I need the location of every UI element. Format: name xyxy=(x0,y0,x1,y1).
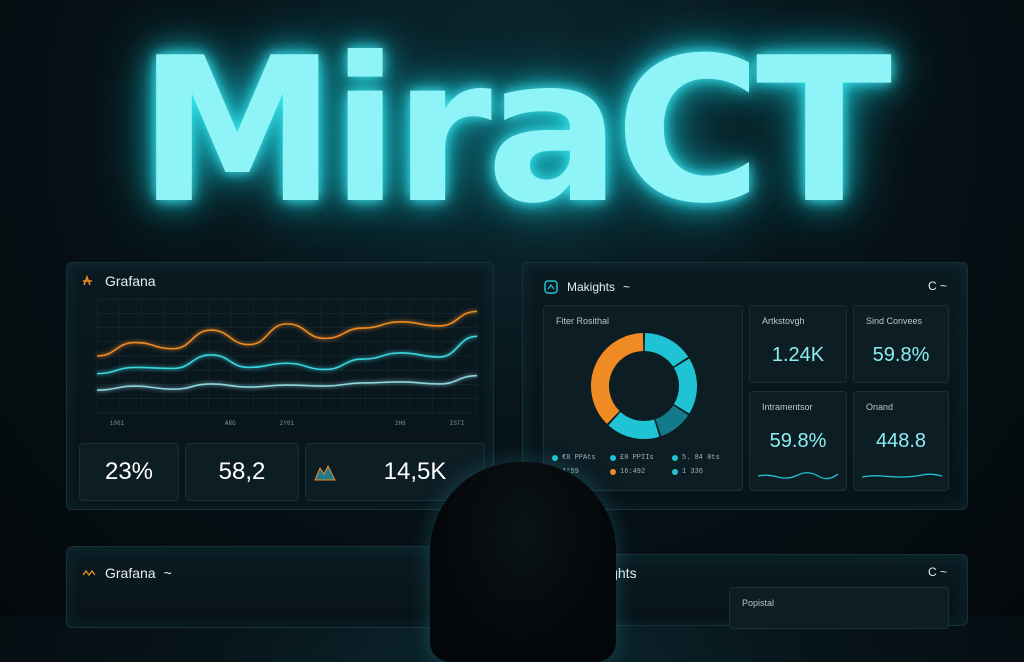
kpi-title: Sind Convees xyxy=(866,316,923,326)
legend-item: 16:492 xyxy=(610,468,645,476)
kpi-value: 59.8% xyxy=(769,430,827,452)
sparkline xyxy=(862,473,942,478)
donut-card: Fiter Rosithal €8 PPAts £0 PPIIs 5. 84 0ts… xyxy=(543,305,743,491)
grafana-logo-icon xyxy=(82,569,96,577)
grafana-header: Grafana xyxy=(81,273,156,289)
x-tick-label: ARG xyxy=(225,420,236,427)
x-tick-label: 2H6 xyxy=(395,420,406,427)
kpi-card: Artkstovgh 1.24K xyxy=(749,305,847,383)
refresh-label: C xyxy=(927,565,937,579)
kpi-value: 58,2 xyxy=(218,458,266,485)
donut-slice xyxy=(655,404,689,437)
grafana-title-suffix: ~ xyxy=(163,565,172,581)
kpi-card: 23% xyxy=(79,443,179,501)
kpi-value: 1.24K xyxy=(771,344,825,366)
kpi-title: Popistal xyxy=(742,598,775,608)
insights-logo-icon xyxy=(544,280,558,294)
kpi-title: Onand xyxy=(866,402,894,412)
series-line xyxy=(96,310,478,357)
kpi-card: Onand 448.8 xyxy=(853,391,949,491)
refresh-control[interactable]: C ~ xyxy=(928,279,947,293)
insights-panel: Makights ~ C ~ Fiter Rosithal €8 PPAts £0… xyxy=(522,262,968,510)
legend-label: 1 336 xyxy=(682,468,704,476)
refresh-label: C xyxy=(927,279,937,293)
grafana-panel: Grafana 1061 ARG 2Y01 2H6 ISTI 23% 58,2 14,5… xyxy=(66,262,494,510)
refresh-suffix: ~ xyxy=(939,565,947,579)
donut-card-title: Fiter Rosithal xyxy=(556,316,610,326)
legend-swatch xyxy=(610,455,616,461)
legend-swatch xyxy=(672,469,678,475)
x-tick-label: 2Y01 xyxy=(280,420,295,427)
insights-title: Makights xyxy=(567,280,616,294)
series-line xyxy=(96,374,478,391)
grafana-logo-icon xyxy=(83,274,92,286)
donut-slice xyxy=(644,333,689,368)
hero-title: MiraCT xyxy=(137,15,892,248)
kpi-title: Intramentsor xyxy=(762,402,813,412)
legend-item: 1 336 xyxy=(672,468,703,476)
refresh-control[interactable]: C ~ xyxy=(928,565,947,579)
x-tick-label: ISTI xyxy=(450,420,464,427)
line-chart: 1061 ARG 2Y01 2H6 ISTI xyxy=(96,298,478,427)
legend-label: £0 PPIIs xyxy=(620,454,654,462)
legend-swatch xyxy=(610,469,616,475)
kpi-value: 23% xyxy=(104,458,154,485)
kpi-value: 59.8% xyxy=(872,344,930,366)
mountain-icon xyxy=(314,464,336,481)
donut-chart xyxy=(591,333,697,439)
legend-label: 16:492 xyxy=(620,468,646,476)
donut-slice xyxy=(608,411,660,439)
legend-swatch xyxy=(672,455,678,461)
grafana-title: Grafana xyxy=(105,273,156,289)
donut-slice xyxy=(673,358,697,414)
insights-title-suffix: ~ xyxy=(623,280,631,294)
legend-label: €8 PPAts xyxy=(562,454,596,462)
kpi-title: Artkstovgh xyxy=(762,316,805,326)
kpi-card: Popistal xyxy=(729,587,949,629)
grafana-header-bottom: Grafana ~ xyxy=(81,565,172,581)
legend-item: 5. 84 0ts xyxy=(672,454,720,462)
grafana-title: Grafana xyxy=(105,565,156,581)
kpi-card: Intramentsor 59.8% xyxy=(749,391,847,491)
kpi-card: Sind Convees 59.8% xyxy=(853,305,949,383)
legend-swatch xyxy=(552,455,558,461)
legend-item: €8 PPAts xyxy=(552,454,596,462)
donut-slice xyxy=(591,333,644,424)
sparkline xyxy=(758,472,838,480)
insights-header: Makights ~ xyxy=(543,279,630,295)
kpi-value: 448.8 xyxy=(875,430,927,452)
refresh-suffix: ~ xyxy=(939,279,947,293)
x-tick-label: 1061 xyxy=(110,420,125,427)
legend-label: 5. 84 0ts xyxy=(682,454,720,462)
kpi-card: 58,2 xyxy=(185,443,299,501)
legend-item: £0 PPIIs xyxy=(610,454,654,462)
viewer-silhouette xyxy=(430,462,616,662)
